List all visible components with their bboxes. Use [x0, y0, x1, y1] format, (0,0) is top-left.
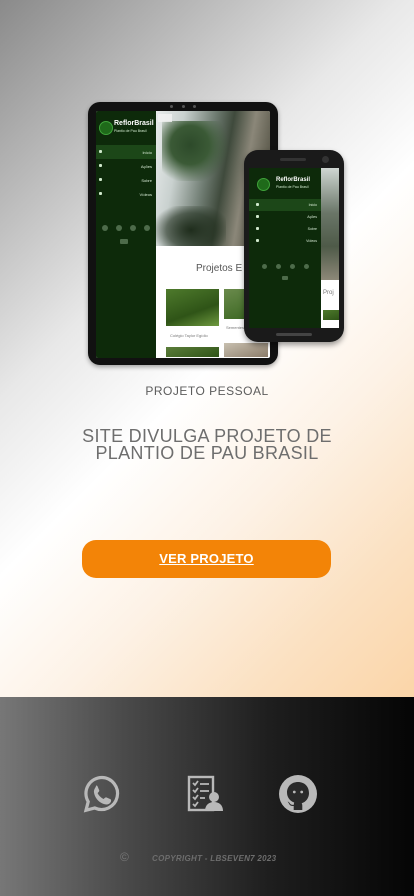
user-icon	[256, 227, 259, 230]
user-icon	[99, 178, 102, 181]
phone-screen: ReflorBrasil Plantio de Pau Brasil Iníci…	[249, 168, 339, 328]
phone-menu-item: Ações	[249, 211, 321, 223]
phone-brand: ReflorBrasil	[276, 177, 311, 183]
tree-logo-icon	[257, 178, 270, 191]
phone-sidebar: ReflorBrasil Plantio de Pau Brasil Iníci…	[249, 168, 321, 328]
resume-icon[interactable]	[185, 774, 225, 814]
hero-section: ReflorBrasil Plantio de Pau Brasil Iníci…	[0, 0, 414, 697]
tablet-project-card-label: Sementes	[226, 325, 245, 330]
tablet-brand-sub: Plantio de Pau Brasil	[114, 129, 147, 133]
tablet-section-title: Projetos E	[196, 263, 243, 274]
phone-speaker	[280, 158, 306, 161]
footer: © COPYRIGHT - LBSEVEN7 2023	[0, 697, 414, 896]
tree-logo-icon	[99, 121, 113, 135]
phone-mockup: ReflorBrasil Plantio de Pau Brasil Iníci…	[244, 150, 344, 342]
email-icon	[261, 264, 267, 269]
phone-hero-photo	[321, 168, 339, 280]
tablet-project-card-photo	[166, 347, 219, 357]
youtube-icon	[120, 239, 128, 244]
tablet-menu-item: Ações	[96, 159, 156, 173]
tablet-menu: Início Ações Sobre Vídeos	[96, 145, 156, 201]
phone-project-card-photo	[323, 310, 339, 320]
github-icon[interactable]	[278, 774, 318, 814]
phone-menu: Início Ações Sobre Vídeos	[249, 199, 321, 247]
whatsapp-icon[interactable]	[82, 774, 122, 814]
phone-camera	[322, 156, 329, 163]
video-icon	[99, 192, 102, 195]
tablet-camera	[170, 105, 196, 108]
phone-menu-item: Sobre	[249, 223, 321, 235]
actions-icon	[99, 164, 102, 167]
video-icon	[256, 239, 259, 242]
tablet-project-card-photo	[224, 343, 268, 357]
tablet-project-card-photo	[224, 289, 244, 319]
tablet-project-card-photo	[166, 289, 219, 326]
tablet-social-icons	[98, 225, 154, 231]
tablet-project-card-label: Colégio Taylor Egídio	[170, 333, 208, 338]
tablet-menu-item: Início	[96, 145, 156, 159]
copyright-text: COPYRIGHT - LBSEVEN7 2023	[152, 854, 277, 863]
tablet-menu-item: Sobre	[96, 173, 156, 187]
tablet-brand: ReflorBrasil	[114, 120, 154, 127]
home-icon	[256, 203, 259, 206]
facebook-icon	[289, 264, 295, 269]
project-mockup-image: ReflorBrasil Plantio de Pau Brasil Iníci…	[88, 100, 346, 368]
phone-menu-item: Vídeos	[249, 235, 321, 247]
instagram-icon	[144, 225, 150, 231]
copyright-icon: ©	[120, 850, 129, 864]
whatsapp-icon	[275, 264, 281, 269]
phone-menu-item: Início	[249, 199, 321, 211]
copyright: © COPYRIGHT - LBSEVEN7 2023	[0, 850, 414, 867]
project-category: PROJETO PESSOAL	[145, 384, 269, 398]
phone-brand-sub: Plantio de Pau Brasil	[276, 185, 309, 189]
whatsapp-icon	[116, 225, 122, 231]
view-project-button[interactable]: VER PROJETO	[82, 540, 331, 578]
youtube-icon	[282, 276, 288, 280]
phone-section-title: Proj	[323, 290, 334, 296]
facebook-icon	[130, 225, 136, 231]
email-icon	[102, 225, 108, 231]
project-title: SITE DIVULGA PROJETO DE PLANTIO DE PAU B…	[82, 426, 332, 463]
phone-home-bar	[276, 333, 312, 336]
tablet-menu-item: Vídeos	[96, 187, 156, 201]
actions-icon	[256, 215, 259, 218]
phone-social-icons	[257, 264, 313, 269]
home-icon	[99, 150, 102, 153]
instagram-icon	[303, 264, 309, 269]
footer-icons	[82, 774, 318, 814]
tablet-sidebar: ReflorBrasil Plantio de Pau Brasil Iníci…	[96, 111, 156, 358]
photo-tag	[158, 114, 172, 122]
